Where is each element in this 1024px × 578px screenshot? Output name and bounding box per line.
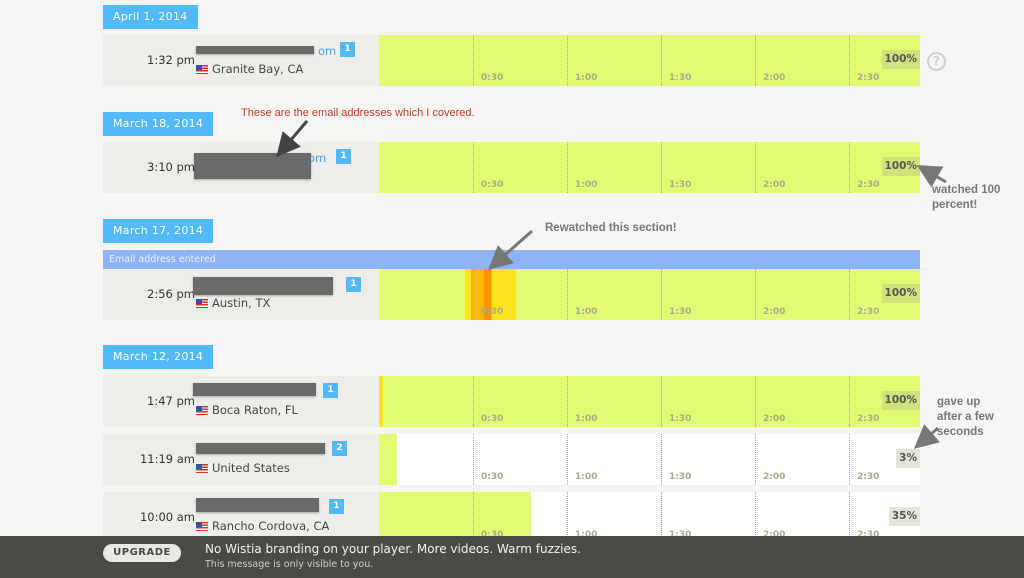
- arrow-watched-100: [916, 164, 947, 188]
- banner-sub-message: This message is only visible to you.: [205, 559, 374, 570]
- upgrade-button[interactable]: UPGRADE: [103, 544, 181, 562]
- arrow-gave-up: [913, 424, 940, 449]
- arrow-covered-emails: [276, 120, 309, 158]
- annotation-arrows: [276, 120, 947, 449]
- upgrade-banner: UPGRADE No Wistia branding on your playe…: [0, 536, 1024, 578]
- arrow-rewatched: [488, 229, 533, 270]
- banner-message: No Wistia branding on your player. More …: [205, 542, 581, 556]
